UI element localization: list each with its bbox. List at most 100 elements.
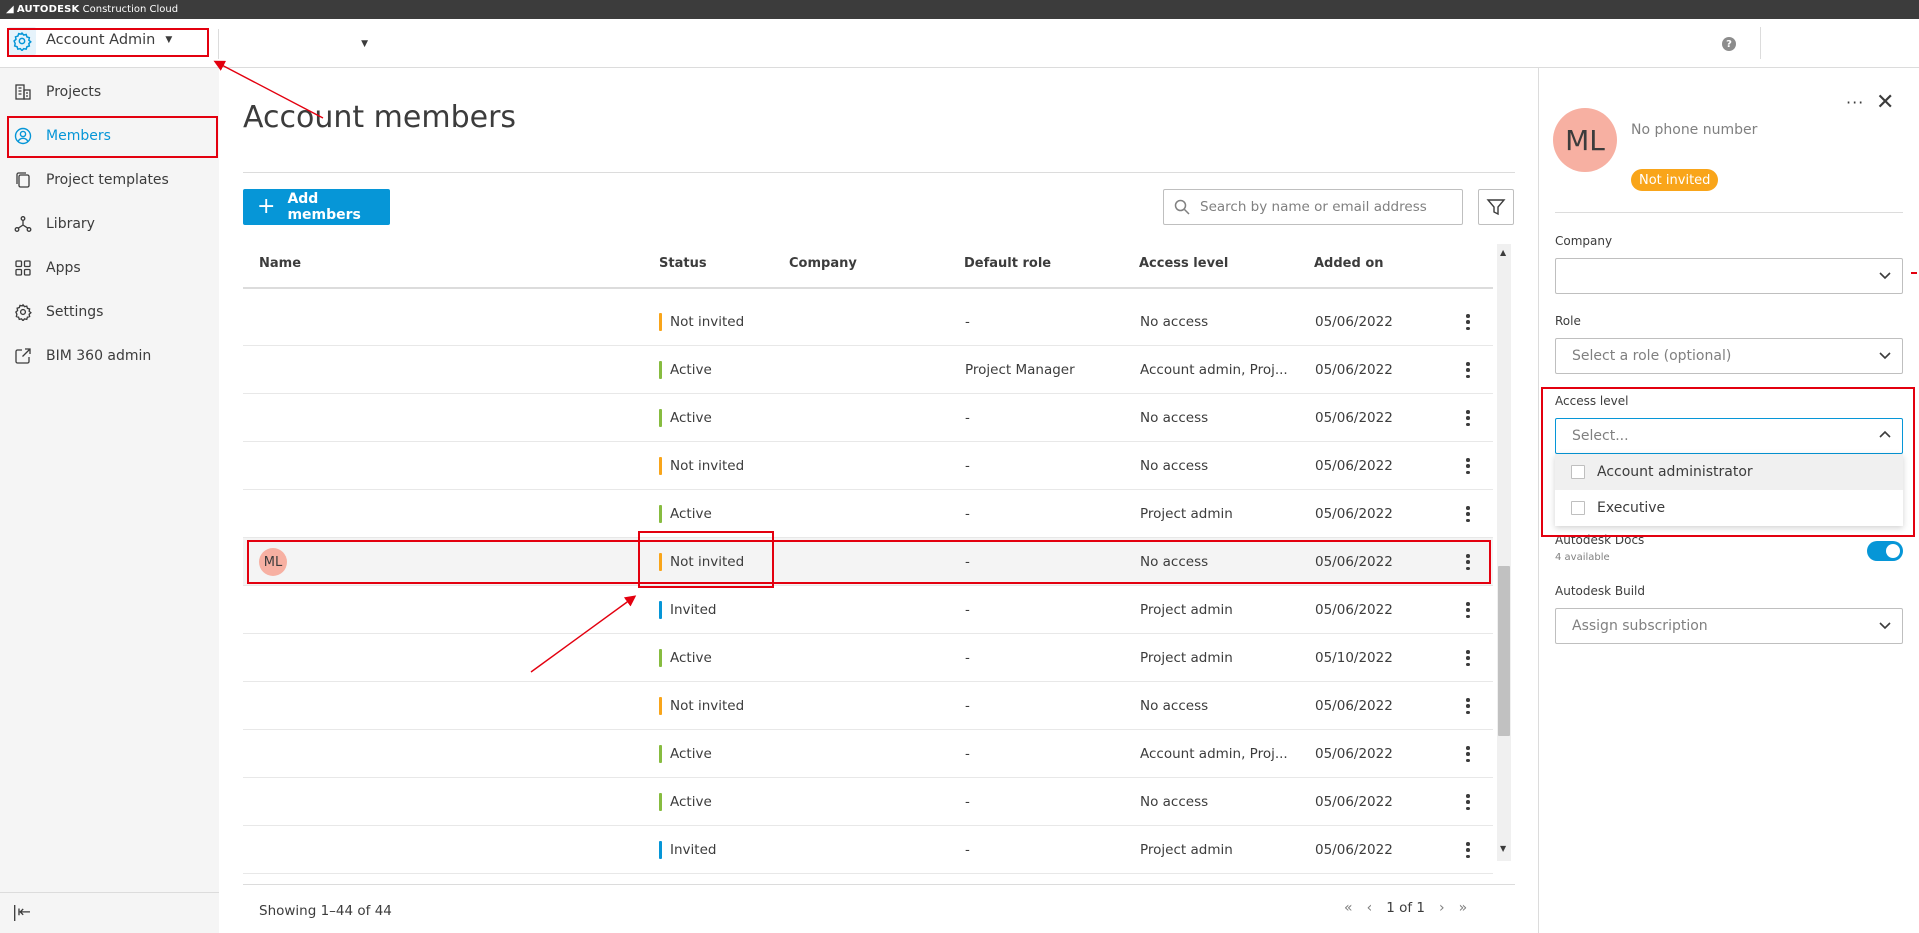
status-indicator	[659, 553, 662, 571]
default-role-cell: -	[965, 698, 970, 714]
table-row[interactable]: Active - Account admin, Proj... 05/06/2022	[243, 730, 1493, 778]
default-role-cell: -	[965, 794, 970, 810]
checkbox[interactable]	[1571, 501, 1585, 515]
column-header-default-role[interactable]: Default role	[964, 256, 1051, 271]
table-row[interactable]: Active - No access 05/06/2022	[243, 778, 1493, 826]
added-on-cell: 05/06/2022	[1315, 458, 1393, 474]
column-header-added-on[interactable]: Added on	[1314, 256, 1384, 271]
row-menu-icon[interactable]	[1459, 552, 1477, 572]
row-menu-icon[interactable]	[1459, 504, 1477, 524]
added-on-cell: 05/06/2022	[1315, 842, 1393, 858]
more-icon[interactable]: ···	[1846, 93, 1864, 112]
status-cell: Not invited	[659, 298, 744, 346]
scrollbar-thumb[interactable]	[1498, 566, 1510, 736]
first-page-icon[interactable]: «	[1344, 900, 1353, 916]
column-header-company[interactable]: Company	[789, 256, 857, 271]
table-row[interactable]: Active Project Manager Account admin, Proj…	[243, 346, 1493, 394]
option-account-administrator[interactable]: Account administrator	[1555, 454, 1903, 490]
sidebar-item-settings[interactable]: Settings	[0, 290, 219, 334]
autodesk-docs-label: Autodesk Docs	[1555, 533, 1645, 547]
status-cell: Not invited	[659, 538, 744, 586]
status-indicator	[659, 361, 662, 379]
scroll-up-icon[interactable]: ▲	[1500, 248, 1506, 257]
row-menu-icon[interactable]	[1459, 696, 1477, 716]
table-row[interactable]: Not invited - No access 05/06/2022	[243, 442, 1493, 490]
added-on-cell: 05/06/2022	[1315, 746, 1393, 762]
phone-number: No phone number	[1631, 122, 1758, 138]
default-role-cell: -	[965, 314, 970, 330]
access-level-cell: Project admin	[1140, 650, 1233, 666]
status-text: Not invited	[670, 554, 745, 570]
table-row[interactable]: Active - Project admin 05/10/2022	[243, 634, 1493, 682]
last-page-icon[interactable]: »	[1459, 900, 1468, 916]
annotation-mark	[1911, 272, 1917, 274]
scroll-down-icon[interactable]: ▼	[1500, 844, 1506, 853]
row-menu-icon[interactable]	[1459, 408, 1477, 428]
table-row[interactable]: Invited - Project admin 05/06/2022	[243, 826, 1493, 874]
checkbox[interactable]	[1571, 465, 1585, 479]
table-scrollbar[interactable]: ▲ ▼	[1497, 244, 1511, 861]
help-icon[interactable]: ?	[1722, 37, 1736, 51]
sidebar-item-apps[interactable]: Apps	[0, 246, 219, 290]
sidebar-item-library[interactable]: Library	[0, 202, 219, 246]
sidebar-item-projects[interactable]: Projects	[0, 70, 219, 114]
row-menu-icon[interactable]	[1459, 792, 1477, 812]
row-menu-icon[interactable]	[1459, 456, 1477, 476]
status-indicator	[659, 601, 662, 619]
default-role-cell: -	[965, 746, 970, 762]
avatar: ML	[1553, 108, 1617, 172]
next-page-icon[interactable]: ›	[1439, 900, 1445, 916]
row-menu-icon[interactable]	[1459, 840, 1477, 860]
sidebar-item-members[interactable]: Members	[0, 114, 219, 158]
divider	[243, 884, 1515, 885]
table-row[interactable]: ML Not invited - No access 05/06/2022	[243, 538, 1493, 586]
autodesk-build-select[interactable]: Assign subscription	[1555, 608, 1903, 644]
access-level-cell: No access	[1140, 458, 1209, 474]
row-menu-icon[interactable]	[1459, 360, 1477, 380]
divider	[243, 172, 1515, 173]
caret-down-icon: ▼	[165, 35, 173, 45]
close-icon[interactable]: ✕	[1876, 90, 1894, 115]
option-executive[interactable]: Executive	[1555, 490, 1903, 526]
company-select[interactable]	[1555, 258, 1903, 294]
gear-icon	[14, 303, 32, 321]
row-menu-icon[interactable]	[1459, 648, 1477, 668]
user-icon	[14, 127, 32, 145]
column-header-name[interactable]: Name	[259, 256, 301, 271]
table-row[interactable]: Active - Project admin 05/06/2022	[243, 490, 1493, 538]
project-selector[interactable]: ▼	[228, 29, 368, 59]
column-header-status[interactable]: Status	[659, 256, 707, 271]
grid-icon	[14, 259, 32, 277]
role-select[interactable]: Select a role (optional)	[1555, 338, 1903, 374]
sidebar-item-project-templates[interactable]: Project templates	[0, 158, 219, 202]
prev-page-icon[interactable]: ‹	[1367, 900, 1373, 916]
header-divider	[243, 287, 1493, 289]
row-menu-icon[interactable]	[1459, 600, 1477, 620]
add-members-label: Add members	[287, 191, 361, 223]
status-cell: Active	[659, 634, 712, 682]
add-members-button[interactable]: + Add members	[243, 189, 390, 225]
collapse-icon[interactable]: |⇤	[12, 902, 31, 921]
status-text: Invited	[670, 602, 717, 618]
autodesk-docs-toggle[interactable]	[1867, 541, 1903, 561]
column-header-access-level[interactable]: Access level	[1139, 256, 1228, 271]
table-row[interactable]: Active - No access 05/06/2022	[243, 394, 1493, 442]
row-menu-icon[interactable]	[1459, 744, 1477, 764]
status-text: Active	[670, 794, 712, 810]
table-row[interactable]: Not invited - No access 05/06/2022	[243, 298, 1493, 346]
sidebar-item-bim360-admin[interactable]: BIM 360 admin	[0, 334, 219, 378]
filter-button[interactable]	[1478, 189, 1514, 225]
search-input[interactable]: Search by name or email address	[1163, 189, 1463, 225]
filter-icon	[1486, 199, 1506, 216]
table-row[interactable]: Invited - Project admin 05/06/2022	[243, 586, 1493, 634]
module-switcher[interactable]: Account Admin ▼	[46, 32, 172, 48]
status-cell: Not invited	[659, 442, 744, 490]
search-placeholder: Search by name or email address	[1200, 199, 1427, 215]
copy-icon	[14, 171, 32, 189]
table-row[interactable]: Not invited - No access 05/06/2022	[243, 682, 1493, 730]
access-level-cell: No access	[1140, 410, 1209, 426]
status-indicator	[659, 409, 662, 427]
row-menu-icon[interactable]	[1459, 312, 1477, 332]
access-level-select[interactable]: Select...	[1555, 418, 1903, 454]
sidebar-item-label: Projects	[46, 84, 102, 100]
